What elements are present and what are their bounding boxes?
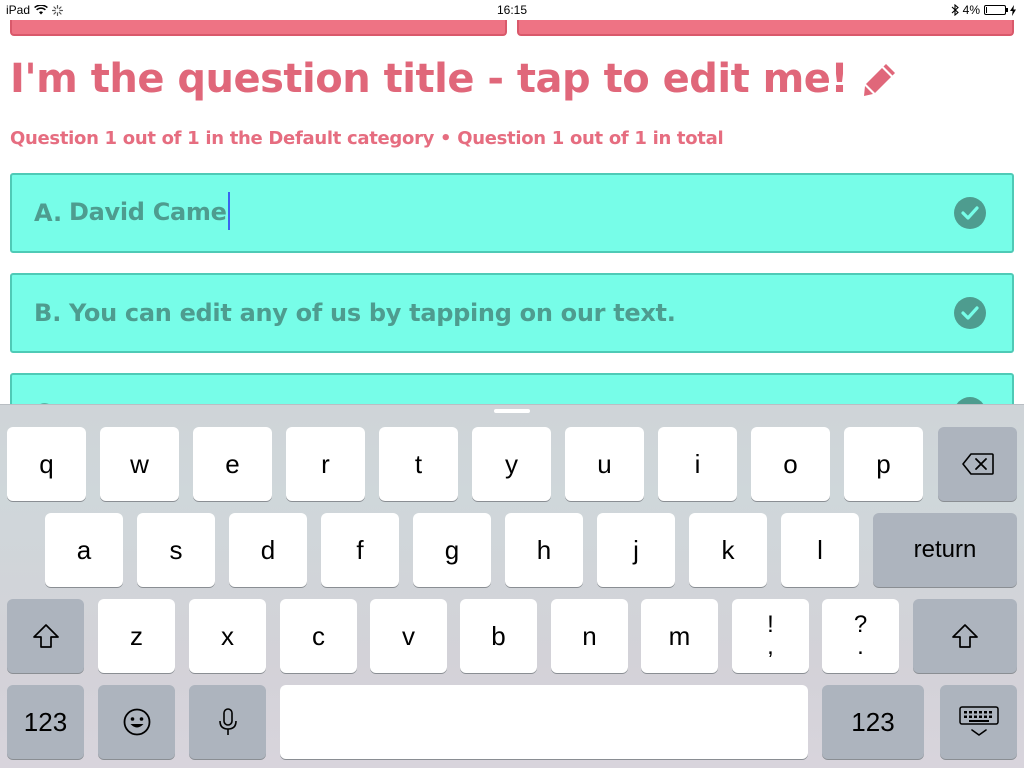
key-l[interactable]: l — [781, 513, 859, 587]
key-question-period[interactable]: ?. — [822, 599, 899, 673]
numbers-key-left[interactable]: 123 — [7, 685, 84, 759]
onscreen-keyboard: q w e r t y u i o p a s d f g h j k l re… — [0, 404, 1024, 768]
key-exclamation-comma[interactable]: !, — [732, 599, 809, 673]
key-g[interactable]: g — [413, 513, 491, 587]
key-z[interactable]: z — [98, 599, 175, 673]
dictation-key[interactable] — [189, 685, 266, 759]
battery-level — [986, 7, 987, 13]
key-r[interactable]: r — [286, 427, 365, 501]
backspace-key[interactable] — [938, 427, 1017, 501]
answer-text[interactable]: You can edit any of us by tapping on our… — [69, 299, 676, 327]
key-w[interactable]: w — [100, 427, 179, 501]
key-m[interactable]: m — [641, 599, 718, 673]
text-caret — [227, 192, 230, 230]
key-i[interactable]: i — [658, 427, 737, 501]
key-q[interactable]: q — [7, 427, 86, 501]
key-v[interactable]: v — [370, 599, 447, 673]
shift-icon — [952, 624, 978, 648]
answer-text-input[interactable]: David Came — [69, 192, 230, 232]
key-a[interactable]: a — [45, 513, 123, 587]
keyboard-handle[interactable] — [494, 409, 530, 413]
keyboard-dismiss-icon — [958, 706, 999, 736]
bluetooth-icon — [951, 4, 959, 16]
delete-icon — [961, 453, 994, 475]
emoji-key[interactable] — [98, 685, 175, 759]
key-x[interactable]: x — [189, 599, 266, 673]
emoji-icon — [123, 708, 150, 736]
key-s[interactable]: s — [137, 513, 215, 587]
numbers-key-right[interactable]: 123 — [822, 685, 924, 759]
key-f[interactable]: f — [321, 513, 399, 587]
key-p[interactable]: p — [844, 427, 923, 501]
question-subtitle: Question 1 out of 1 in the Default categ… — [10, 128, 724, 149]
pencil-icon[interactable] — [862, 61, 898, 97]
shift-right-key[interactable] — [913, 599, 1017, 673]
key-y[interactable]: y — [472, 427, 551, 501]
status-time: 16:15 — [496, 3, 528, 17]
answer-letter: B. — [34, 299, 62, 327]
dismiss-keyboard-key[interactable] — [940, 685, 1017, 759]
key-k[interactable]: k — [689, 513, 767, 587]
microphone-icon — [218, 708, 237, 735]
key-h[interactable]: h — [505, 513, 583, 587]
battery-icon — [984, 5, 1008, 15]
key-n[interactable]: n — [551, 599, 628, 673]
answer-letter: A. — [34, 199, 63, 227]
key-d[interactable]: d — [229, 513, 307, 587]
key-u[interactable]: u — [565, 427, 644, 501]
check-circle-icon[interactable] — [954, 197, 986, 229]
question-title[interactable]: I'm the question title - tap to edit me! — [10, 56, 898, 102]
key-e[interactable]: e — [193, 427, 272, 501]
check-circle-icon[interactable] — [954, 297, 986, 329]
key-j[interactable]: j — [597, 513, 675, 587]
key-t[interactable]: t — [379, 427, 458, 501]
key-c[interactable]: c — [280, 599, 357, 673]
status-bar: iPad 16:15 4% — [0, 0, 1024, 20]
shift-left-key[interactable] — [7, 599, 84, 673]
question-title-text[interactable]: I'm the question title - tap to edit me! — [10, 56, 849, 102]
answer-option-a[interactable]: A. David Came — [10, 173, 1014, 253]
answer-option-b[interactable]: B. You can edit any of us by tapping on … — [10, 273, 1014, 353]
shift-icon — [32, 624, 59, 648]
return-key[interactable]: return — [873, 513, 1017, 587]
key-o[interactable]: o — [751, 427, 830, 501]
charging-icon — [1010, 4, 1016, 16]
battery-percent: 4% — [962, 3, 980, 17]
key-b[interactable]: b — [460, 599, 537, 673]
space-key[interactable] — [280, 685, 808, 759]
